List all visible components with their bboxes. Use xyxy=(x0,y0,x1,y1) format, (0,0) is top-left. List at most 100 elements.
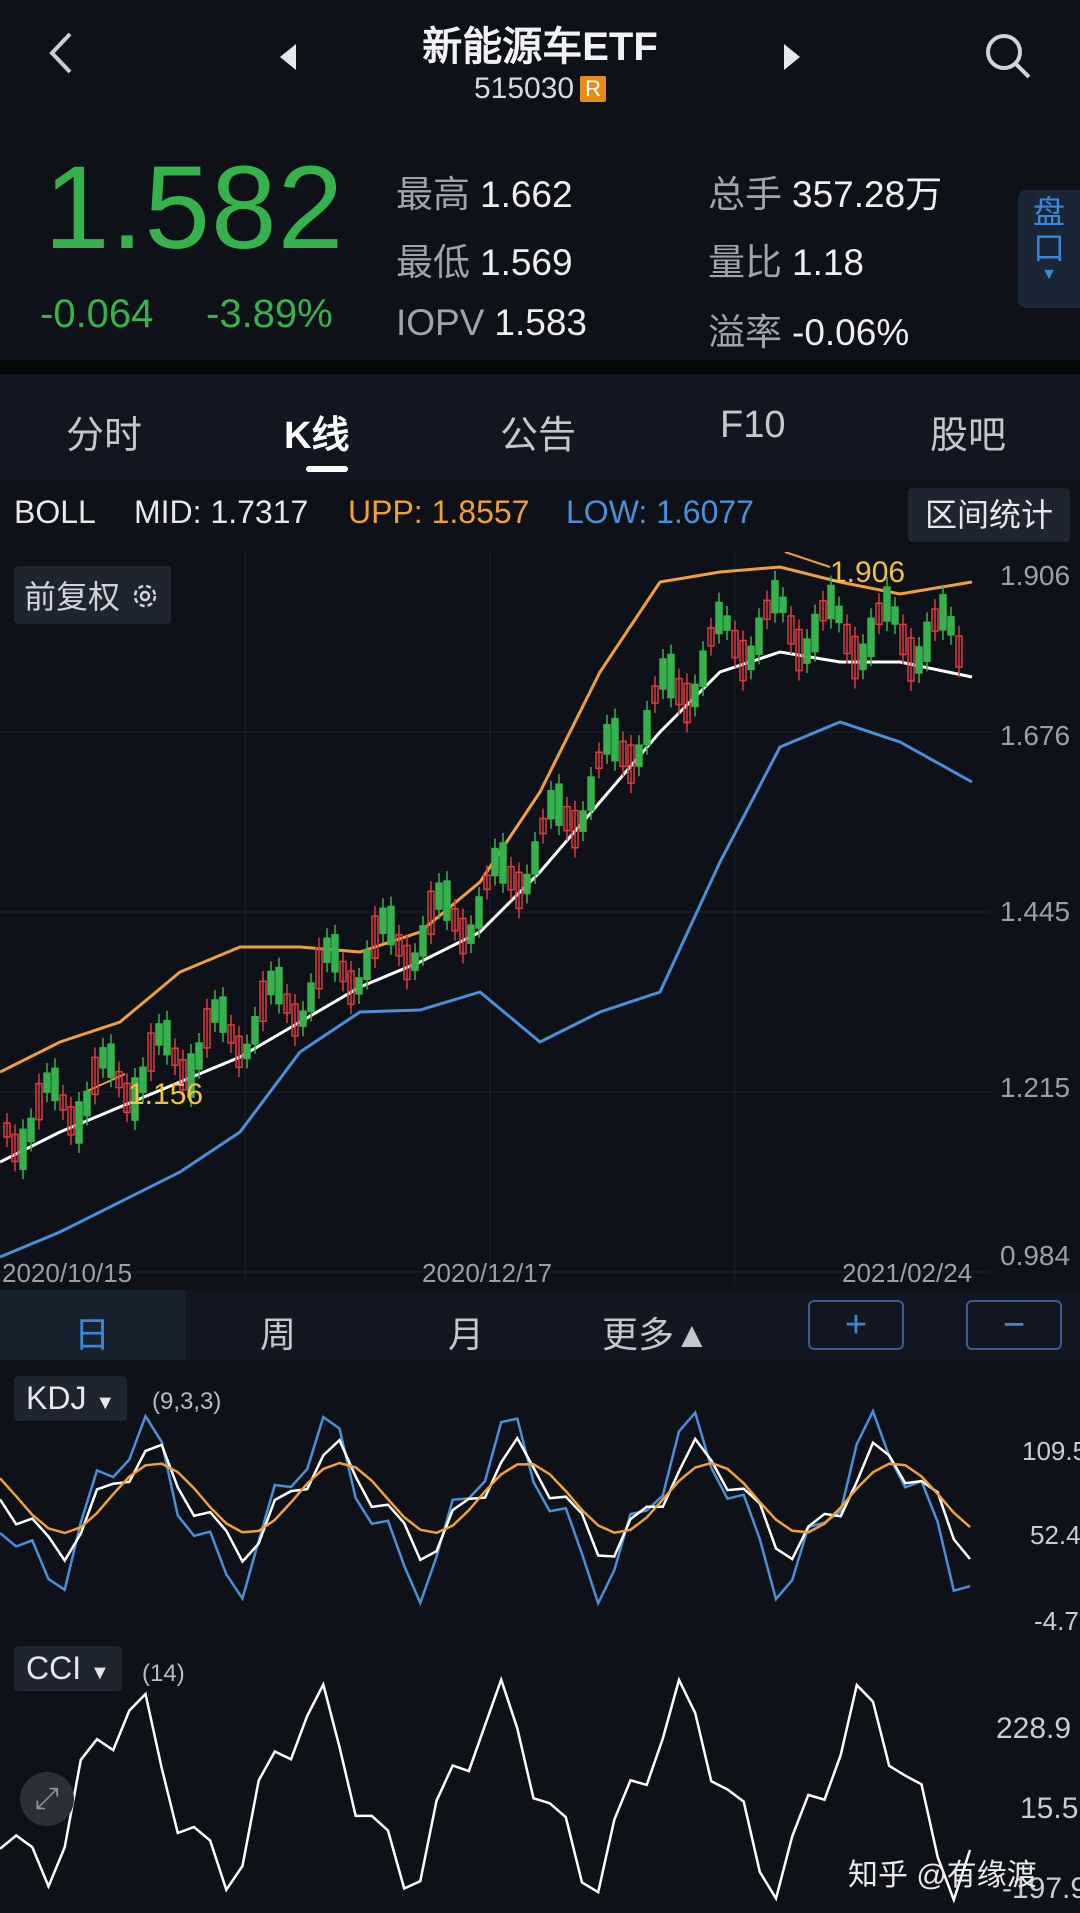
stat-label: 溢率 xyxy=(708,312,782,353)
adjust-label: 前复权 xyxy=(24,579,121,615)
stat-value: 1.18 xyxy=(792,242,865,283)
kdj-params: (9,3,3) xyxy=(152,1388,222,1415)
stat-volume-ratio: 量比 1.18 xyxy=(708,232,864,286)
cci-line xyxy=(0,1675,972,1904)
watermark: 知乎 @有缘渡 xyxy=(848,1859,1037,1892)
candle-body xyxy=(267,970,275,996)
order-book-label: 盘口 xyxy=(1032,194,1065,266)
candle-body xyxy=(947,616,955,636)
candle-body xyxy=(699,650,707,687)
stat-premium: 溢率 -0.06% xyxy=(708,302,909,356)
candle-body xyxy=(531,841,539,875)
next-stock-icon[interactable] xyxy=(782,42,804,77)
caret-down-icon: ▼ xyxy=(1041,266,1057,283)
expand-icon[interactable]: ⤢ xyxy=(20,1772,74,1826)
candle-body xyxy=(755,617,763,655)
divider xyxy=(0,360,1080,374)
candle-body xyxy=(387,905,395,946)
zoom-out-button[interactable]: − xyxy=(966,1300,1062,1350)
stat-volume: 总手 357.28万 xyxy=(708,164,942,218)
stat-value: 357.28万 xyxy=(792,174,943,215)
candle-body xyxy=(883,586,891,622)
stock-code: 515030 R xyxy=(300,72,780,106)
candle-body xyxy=(275,966,283,1005)
zoom-in-button[interactable]: + xyxy=(808,1300,904,1350)
candle-body xyxy=(43,1072,51,1093)
tab-announcements[interactable]: 公告 xyxy=(500,404,576,459)
tab-f10[interactable]: F10 xyxy=(720,404,785,447)
candle-body xyxy=(211,999,219,1023)
date-label: 2021/02/24 xyxy=(842,1258,973,1288)
kline-chart[interactable] xyxy=(0,552,1080,1286)
chevron-left-icon[interactable] xyxy=(46,30,76,83)
candle-body xyxy=(603,724,611,755)
candle-body xyxy=(219,996,227,1033)
candle-body xyxy=(331,934,339,973)
prev-stock-icon[interactable] xyxy=(276,42,298,77)
candle-body xyxy=(195,1042,203,1070)
y-tick: 1.676 xyxy=(1000,720,1071,751)
candle-body xyxy=(939,594,947,631)
candle-body xyxy=(923,621,931,663)
period-more[interactable]: 更多▲ xyxy=(602,1306,710,1358)
candle-body xyxy=(243,1043,251,1060)
candle-body xyxy=(467,924,475,944)
tab-forum[interactable]: 股吧 xyxy=(930,404,1006,459)
kdj-selector[interactable]: KDJ ▼ xyxy=(14,1376,128,1421)
candle-body xyxy=(859,643,867,671)
candle-body xyxy=(691,683,699,708)
candle-body xyxy=(363,949,371,980)
stat-value: 1.662 xyxy=(480,174,573,215)
y-tick: 1.445 xyxy=(1000,896,1071,927)
candle-body xyxy=(587,776,595,811)
stat-value: -0.06% xyxy=(792,312,910,353)
candle-body xyxy=(299,1010,307,1027)
candle-body xyxy=(475,896,483,929)
candle-body xyxy=(667,653,675,699)
candle-body xyxy=(411,952,419,971)
range-stats-button[interactable]: 区间统计 xyxy=(908,488,1070,542)
boll-upp: UPP: 1.8557 xyxy=(348,494,530,530)
candle-body xyxy=(867,617,875,658)
stat-label: 最低 xyxy=(396,242,470,283)
search-icon[interactable] xyxy=(982,30,1034,87)
cci-selector[interactable]: CCI ▼ xyxy=(14,1646,122,1691)
candle-body xyxy=(491,847,499,877)
caret-down-icon: ▼ xyxy=(95,1392,116,1414)
period-day[interactable]: 日 xyxy=(74,1306,110,1358)
candle-body xyxy=(99,1047,107,1069)
candle-body xyxy=(75,1101,83,1144)
candle-body xyxy=(715,601,723,635)
period-week[interactable]: 周 xyxy=(260,1306,296,1358)
candle-body xyxy=(27,1117,35,1143)
stock-title: 新能源车ETF xyxy=(422,25,658,69)
candle-body xyxy=(19,1128,27,1171)
kdj-y-tick: 52.4 xyxy=(1030,1520,1080,1550)
y-tick: 1.215 xyxy=(1000,1072,1071,1103)
stat-label: 最高 xyxy=(396,174,470,215)
stat-high: 最高 1.662 xyxy=(396,164,573,218)
kdj-y-tick: -4.7 xyxy=(1034,1606,1079,1636)
tab-intraday[interactable]: 分时 xyxy=(66,404,142,459)
period-month[interactable]: 月 xyxy=(448,1306,484,1358)
y-tick: 1.906 xyxy=(1000,560,1071,591)
candle-body xyxy=(579,810,587,832)
candle-body xyxy=(523,873,531,895)
tab-kline[interactable]: K线 xyxy=(284,404,349,459)
candle-body xyxy=(163,1019,171,1056)
candle-body xyxy=(747,645,755,671)
order-book-tab[interactable]: 盘口 ▼ xyxy=(1018,190,1080,308)
kdj-name: KDJ xyxy=(26,1380,87,1416)
date-label: 2020/12/17 xyxy=(422,1258,553,1288)
date-label: 2020/10/15 xyxy=(2,1258,133,1288)
high-marker-label: 1.906 xyxy=(830,556,906,589)
stat-low: 最低 1.569 xyxy=(396,232,573,286)
cci-params: (14) xyxy=(142,1660,185,1687)
cci-y-tick: 15.5 xyxy=(1020,1792,1079,1825)
candle-body xyxy=(915,646,923,674)
low-marker-label: 1.156 xyxy=(128,1078,204,1111)
boll-low: LOW: 1.6077 xyxy=(566,494,754,530)
adjust-button[interactable]: 前复权 xyxy=(14,566,171,624)
candle-body xyxy=(107,1043,115,1078)
gear-icon xyxy=(129,579,161,615)
